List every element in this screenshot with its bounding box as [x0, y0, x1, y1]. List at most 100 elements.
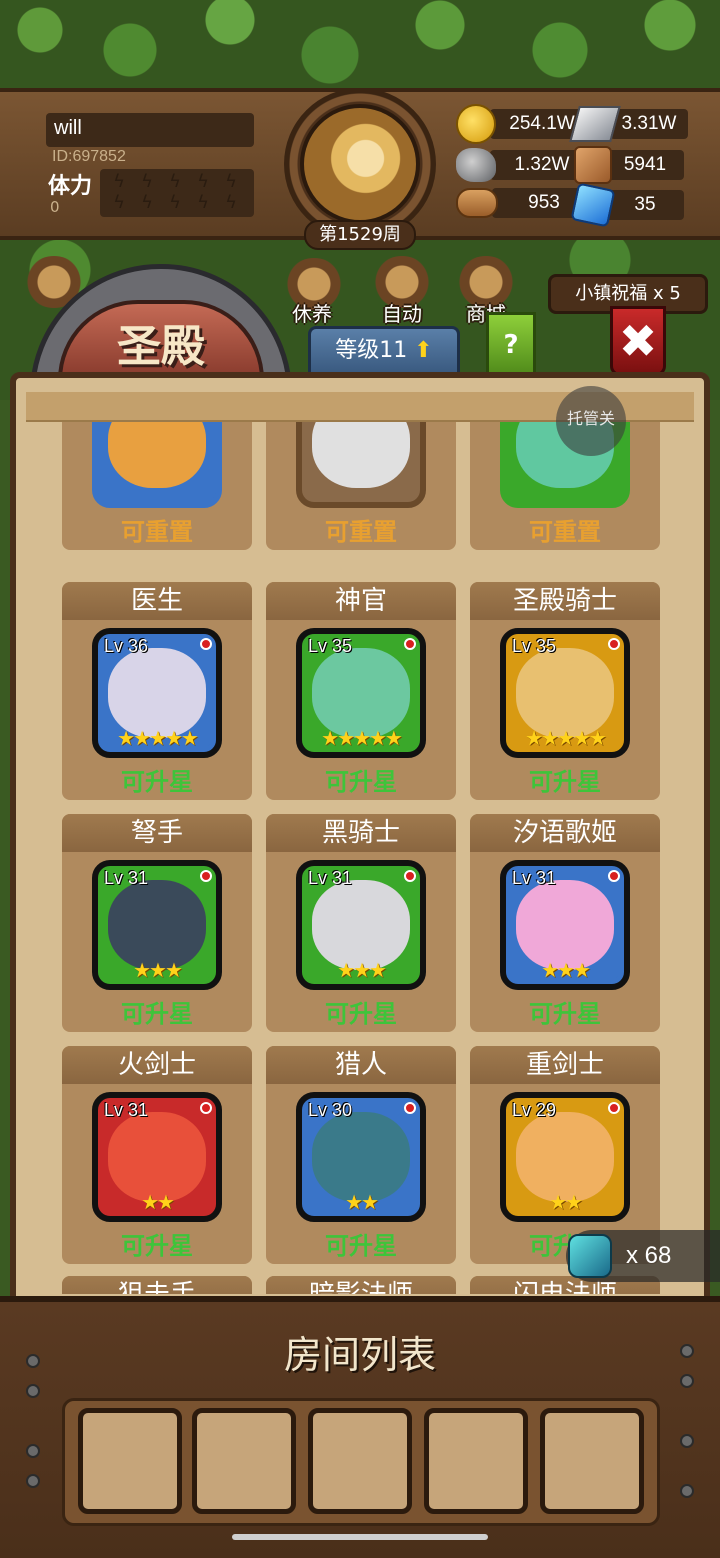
- menu-auto-label[interactable]: 自动: [382, 298, 422, 327]
- building-level-label: 等级11: [335, 338, 408, 363]
- rivet: [26, 1444, 40, 1458]
- home-indicator[interactable]: [232, 1534, 488, 1540]
- resource-leather[interactable]: 5941: [574, 146, 684, 184]
- bolt-icon: ϟ: [169, 171, 181, 192]
- hero-card[interactable]: 猎人 Lv 30 ★★ 可升星: [266, 1046, 456, 1264]
- hero-avatar: Lv 35 ★★★★★: [500, 628, 630, 758]
- help-button[interactable]: ?: [486, 312, 536, 378]
- resource-steel[interactable]: 3.31W: [569, 106, 688, 142]
- hero-portrait: [312, 1112, 410, 1202]
- hero-portrait: [312, 648, 410, 738]
- room-slot[interactable]: [192, 1408, 296, 1514]
- room-slot[interactable]: [540, 1408, 644, 1514]
- hero-card[interactable]: 圣殿骑士 Lv 35 ★★★★★ 可升星: [470, 582, 660, 800]
- crystal-icon: [570, 182, 616, 228]
- notification-dot-icon: [404, 638, 416, 650]
- room-list-title: 房间列表: [283, 1333, 436, 1377]
- leather-amount: 5941: [606, 150, 684, 180]
- hero-card[interactable]: 可重置: [62, 422, 252, 550]
- hero-stars: ★★★: [337, 958, 387, 982]
- building-level-tab[interactable]: 等级11 ⬆: [308, 326, 460, 376]
- hero-avatar: Lv 31 ★★: [92, 1092, 222, 1222]
- hero-level: Lv 31: [104, 1100, 149, 1120]
- hero-status: 可重置: [529, 518, 601, 546]
- auto-manage-button[interactable]: 托管关: [556, 386, 626, 456]
- hero-stars: ★★: [345, 1190, 379, 1214]
- hero-card[interactable]: 弩手 Lv 31 ★★★ 可升星: [62, 814, 252, 1032]
- rivet: [680, 1484, 694, 1498]
- hero-avatar: Lv 30 ★★: [296, 1092, 426, 1222]
- hero-name: 圣殿骑士: [470, 582, 660, 620]
- hero-portrait: [108, 880, 206, 970]
- room-slot[interactable]: [308, 1408, 412, 1514]
- rivet: [680, 1374, 694, 1388]
- player-name: will: [46, 113, 254, 147]
- hero-portrait: [516, 1112, 614, 1202]
- hero-avatar: Lv 35 ★★★★★: [296, 628, 426, 758]
- hero-stars: ★★★★★: [525, 726, 607, 750]
- hero-card[interactable]: 可重置: [266, 422, 456, 550]
- hero-fragments-counter[interactable]: x 68: [566, 1230, 720, 1282]
- bolt-icon: ϟ: [113, 171, 125, 192]
- hero-status: 可升星: [121, 1000, 193, 1028]
- bolt-icon: ϟ: [169, 192, 181, 213]
- hero-name: 火剑士: [62, 1046, 252, 1084]
- room-slot[interactable]: [78, 1408, 182, 1514]
- leather-icon: [574, 146, 612, 184]
- hero-name: 黑骑士: [266, 814, 456, 852]
- fragment-count: x 68: [626, 1242, 672, 1269]
- hero-card[interactable]: 汐语歌姬 Lv 31 ★★★ 可升星: [470, 814, 660, 1032]
- hero-name: 弩手: [62, 814, 252, 852]
- rivet: [680, 1434, 694, 1448]
- notification-dot-icon: [404, 870, 416, 882]
- hero-avatar: Lv 29 ★★: [500, 1092, 630, 1222]
- menu-rest-label[interactable]: 休养: [292, 298, 332, 327]
- rivet: [680, 1344, 694, 1358]
- bolt-icon: ϟ: [141, 192, 153, 213]
- hero-status: 可升星: [121, 1232, 193, 1260]
- hero-card[interactable]: 狙击手: [62, 1276, 252, 1294]
- gold-coin-icon: [456, 104, 496, 144]
- hero-level: Lv 35: [512, 636, 557, 656]
- hero-level: Lv 35: [308, 636, 353, 656]
- hero-portrait: [312, 880, 410, 970]
- stamina-label: 体力: [48, 174, 93, 199]
- hero-level: Lv 31: [512, 868, 557, 888]
- rivet: [26, 1474, 40, 1488]
- hero-stars: ★★★★★: [321, 726, 403, 750]
- hero-grid[interactable]: 可重置 可重置 可重置 医生 Lv 36 ★★★★★ 可升星 神官 Lv 35 ★★★★★ 可…: [26, 422, 694, 1294]
- hero-card[interactable]: 暗影法师: [266, 1276, 456, 1294]
- bolt-icon: ϟ: [113, 192, 125, 213]
- bolt-icon: ϟ: [225, 192, 237, 213]
- hero-stars: ★★: [549, 1190, 583, 1214]
- building-title: 圣殿: [117, 321, 205, 372]
- hero-name: 汐语歌姬: [470, 814, 660, 852]
- room-slot[interactable]: [424, 1408, 528, 1514]
- hero-name: 医生: [62, 582, 252, 620]
- hero-level: Lv 36: [104, 636, 149, 656]
- hero-avatar: Lv 31 ★★★: [296, 860, 426, 990]
- week-badge: 第1529周: [304, 220, 416, 250]
- notification-dot-icon: [200, 1102, 212, 1114]
- hero-card[interactable]: 医生 Lv 36 ★★★★★ 可升星: [62, 582, 252, 800]
- hero-status: 可升星: [121, 768, 193, 796]
- hero-name: 猎人: [266, 1046, 456, 1084]
- hero-status: 可升星: [529, 1000, 601, 1028]
- notification-dot-icon: [608, 1102, 620, 1114]
- hero-card[interactable]: 黑骑士 Lv 31 ★★★ 可升星: [266, 814, 456, 1032]
- notification-dot-icon: [200, 638, 212, 650]
- player-id: ID:697852: [52, 148, 126, 165]
- hero-card[interactable]: 火剑士 Lv 31 ★★ 可升星: [62, 1046, 252, 1264]
- player-avatar[interactable]: [300, 104, 420, 224]
- level-up-arrow-icon: ⬆: [414, 338, 433, 363]
- hero-status: 可升星: [325, 1000, 397, 1028]
- stamina-value: 0: [50, 198, 60, 216]
- hero-level: Lv 30: [308, 1100, 353, 1120]
- hero-card[interactable]: 神官 Lv 35 ★★★★★ 可升星: [266, 582, 456, 800]
- resource-crystal[interactable]: 35: [570, 182, 684, 228]
- hero-status: 可升星: [325, 768, 397, 796]
- stamina-bar: ϟ ϟ ϟ ϟ ϟ ϟ ϟ ϟ ϟ ϟ: [100, 169, 254, 217]
- crystal-amount: 35: [606, 190, 684, 220]
- bolt-icon: ϟ: [197, 171, 209, 192]
- close-button[interactable]: ✖: [610, 306, 666, 376]
